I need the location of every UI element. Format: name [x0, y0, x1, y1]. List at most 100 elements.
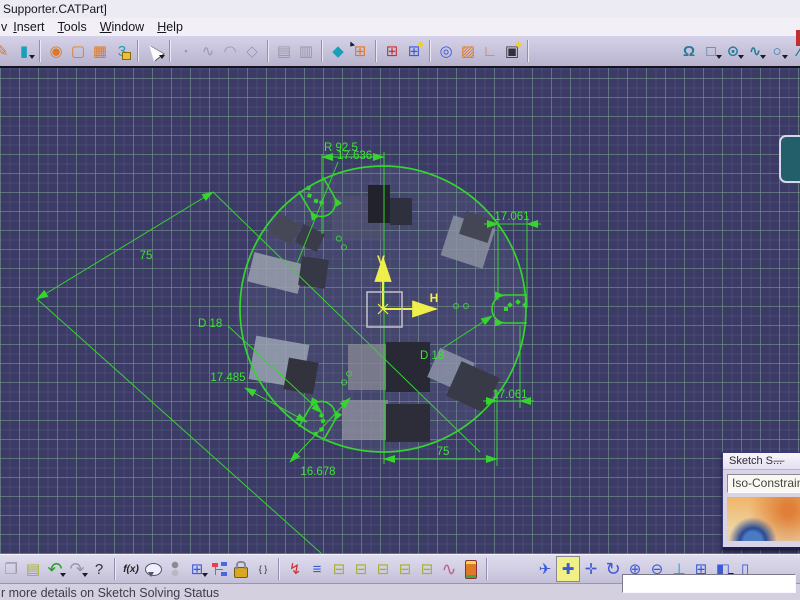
select-arrow-icon[interactable]	[143, 39, 165, 63]
menu-help[interactable]: Help	[157, 20, 183, 34]
view-mode-1-icon[interactable]: ▤	[273, 39, 295, 63]
dots-shape	[171, 561, 179, 577]
solving-status-value: Iso-Constrained	[727, 474, 800, 493]
arc-icon[interactable]: ◠	[219, 39, 241, 63]
clipped-side-panel	[779, 135, 800, 183]
fix-together-icon[interactable]: 3	[111, 39, 133, 63]
view-mode-2-icon[interactable]: ▥	[295, 39, 317, 63]
rectangle-tool-icon[interactable]: □	[700, 39, 722, 63]
knowledge-tag-5-icon[interactable]: ⊟	[416, 557, 438, 581]
lock-shape	[234, 560, 248, 578]
application-window: Supporter.CATPart] v Insert Tools Window…	[0, 0, 800, 600]
whats-this-icon[interactable]: ?	[88, 557, 110, 581]
hole-icon[interactable]: ◉	[45, 39, 67, 63]
point-icon[interactable]: ▪	[175, 39, 197, 63]
pencil-icon[interactable]: ✎	[0, 39, 13, 63]
sketch-drawing: R 92.5 17.636 75 D 18 17.485 16.678 75 1…	[36, 142, 541, 554]
menu-bar: v Insert Tools Window Help	[0, 18, 800, 36]
traffic-light-icon[interactable]	[460, 557, 482, 581]
redo-icon[interactable]: ↷	[66, 557, 88, 581]
separator	[527, 40, 529, 62]
spray-icon[interactable]: ▨	[457, 39, 479, 63]
sketch-tools-icon[interactable]: ⊞	[349, 39, 371, 63]
tree-shape	[210, 561, 228, 577]
profile-analysis-icon[interactable]: ∟	[479, 39, 501, 63]
profile-feature-icon[interactable]: ▢	[67, 39, 89, 63]
lock-icon[interactable]	[230, 557, 252, 581]
separator	[429, 40, 431, 62]
spline-tool-icon[interactable]: ∿	[744, 39, 766, 63]
comment-icon[interactable]	[142, 557, 164, 581]
dim-lower-left-width[interactable]: 17.485	[210, 372, 245, 384]
knowledge-tag-3-icon[interactable]: ⊟	[372, 557, 394, 581]
dim-bottom-left-width[interactable]: 16.678	[300, 466, 335, 478]
menu-view-partial[interactable]: v	[1, 20, 7, 34]
dim-top-width[interactable]: 17.636	[337, 150, 372, 162]
separator	[39, 40, 41, 62]
menu-insert[interactable]: Insert	[13, 20, 44, 34]
pointer-shape	[144, 41, 164, 61]
dim-right-diameter[interactable]: D 18	[420, 350, 444, 362]
panel-graphic	[727, 497, 800, 541]
command-input[interactable]	[622, 574, 796, 593]
dim-left-distance[interactable]: 75	[140, 250, 153, 262]
dim-top-right-width[interactable]: 17.061	[494, 211, 529, 223]
structure-tree-icon[interactable]	[208, 557, 230, 581]
title-bar: Supporter.CATPart]	[0, 0, 800, 18]
panel-minimize-button[interactable]: —	[773, 453, 785, 469]
list-icon[interactable]: ≡	[306, 557, 328, 581]
output-feature-icon[interactable]: ▣	[501, 39, 523, 63]
snap-to-grid-icon[interactable]: ⊞	[403, 39, 425, 63]
spline-icon[interactable]: ∿	[197, 39, 219, 63]
formula-icon[interactable]: f(x)	[120, 557, 142, 581]
fly-mode-icon[interactable]: ✈	[534, 557, 556, 581]
design-table-icon[interactable]: ⊞	[186, 557, 208, 581]
circle-tool-icon[interactable]: ⊙	[722, 39, 744, 63]
separator	[267, 40, 269, 62]
window-title: Supporter.CATPart]	[3, 2, 107, 16]
check-analysis-icon[interactable]: ↯	[284, 557, 306, 581]
knowledge-tag-1-icon[interactable]: ⊟	[328, 557, 350, 581]
sketch-canvas[interactable]: R 92.5 17.636 75 D 18 17.485 16.678 75 1…	[0, 68, 800, 554]
menu-tools[interactable]: Tools	[58, 20, 87, 34]
separator	[169, 40, 171, 62]
toggle-icon[interactable]	[164, 557, 186, 581]
status-message: r more details on Sketch Solving Status	[1, 586, 220, 600]
rotate-icon[interactable]: ↻	[602, 557, 624, 581]
axis-h-label: H	[430, 291, 439, 305]
separator	[486, 558, 488, 580]
dim-bottom-distance[interactable]: 75	[437, 446, 450, 458]
undo-icon[interactable]: ↶	[44, 557, 66, 581]
sketch-analysis-icon[interactable]: ◎	[435, 39, 457, 63]
dim-left-diameter[interactable]: D 18	[198, 318, 222, 330]
fit-all-in-icon[interactable]: ✚	[556, 556, 580, 582]
axis-v-label: V	[377, 253, 385, 267]
clipped-toolbar-icon	[796, 30, 800, 46]
relations-icon[interactable]: { }	[252, 557, 274, 581]
pan-icon[interactable]: ✛	[580, 557, 602, 581]
surface-icon[interactable]: ◇	[241, 39, 263, 63]
curve-analysis-icon[interactable]: ∿	[438, 557, 460, 581]
pad-icon[interactable]: ▮	[13, 39, 35, 63]
pattern-icon[interactable]: ▦	[89, 39, 111, 63]
workbench-icon[interactable]: ◆	[327, 39, 349, 63]
separator	[321, 40, 323, 62]
3d-grid-icon[interactable]: ⊞	[381, 39, 403, 63]
sketch-solving-status-panel: Sketch S... — Iso-Constrained	[722, 452, 800, 550]
knowledge-tag-4-icon[interactable]: ⊟	[394, 557, 416, 581]
separator	[278, 558, 280, 580]
separator	[137, 40, 139, 62]
profile-tool-icon[interactable]: Ω	[678, 39, 700, 63]
knowledge-tag-2-icon[interactable]: ⊟	[350, 557, 372, 581]
copy-icon[interactable]: ❐	[0, 557, 22, 581]
top-toolbar: ✎ ▮ ◉ ▢ ▦ 3 ▪ ∿ ◠ ◇ ▤ ▥ ◆ ⊞ ⊞ ⊞ ◎ ▨ ∟ ▣ …	[0, 36, 800, 68]
balloon-shape	[144, 562, 162, 577]
paste-icon[interactable]: ▤	[22, 557, 44, 581]
traffic-shape	[465, 559, 477, 579]
panel-title-bar: Sketch S... —	[723, 453, 800, 470]
separator	[375, 40, 377, 62]
separator	[114, 558, 116, 580]
menu-window[interactable]: Window	[100, 20, 144, 34]
dim-bottom-right-width[interactable]: 17.061	[492, 389, 527, 401]
ellipse-tool-icon[interactable]: ○	[766, 39, 788, 63]
